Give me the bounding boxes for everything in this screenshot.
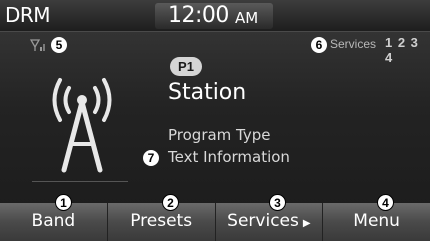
preset-badge: P1 — [170, 57, 202, 76]
broadcast-antenna-icon — [34, 62, 130, 180]
chevron-right-icon: ▶ — [302, 218, 311, 229]
band-button[interactable]: Band — [0, 203, 108, 241]
menu-button-label: Menu — [353, 211, 400, 231]
radio-screen: DRM 12:00 AM 5 6 Services 1 2 3 4 P1 Sta… — [0, 0, 430, 241]
band-button-label: Band — [31, 211, 76, 231]
radio-mode-label: DRM — [5, 3, 51, 27]
station-name: Station — [168, 80, 247, 105]
services-indicator-label: Services — [330, 37, 377, 51]
callout-3: 3 — [269, 194, 286, 211]
signal-strength-icon — [29, 38, 52, 57]
callout-6: 6 — [311, 37, 327, 53]
clock-time: 12:00 — [168, 3, 229, 28]
menu-button[interactable]: Menu — [323, 203, 430, 241]
services-button[interactable]: Services ▶ — [215, 203, 324, 241]
status-bar: DRM 12:00 AM — [0, 0, 430, 32]
text-information: Text Information — [168, 148, 290, 166]
callout-1: 1 — [55, 194, 72, 211]
services-button-label: Services — [227, 211, 299, 231]
art-divider — [32, 181, 128, 182]
presets-button-label: Presets — [130, 211, 193, 231]
program-type: Program Type — [168, 126, 271, 144]
callout-7: 7 — [143, 150, 159, 166]
clock-ampm: AM — [235, 9, 259, 27]
callout-2: 2 — [162, 194, 179, 211]
callout-5: 5 — [51, 37, 67, 53]
presets-button[interactable]: Presets — [107, 203, 216, 241]
services-numbers: 1 2 3 4 — [385, 35, 419, 65]
callout-4: 4 — [377, 194, 394, 211]
clock[interactable]: 12:00 AM — [155, 3, 273, 29]
